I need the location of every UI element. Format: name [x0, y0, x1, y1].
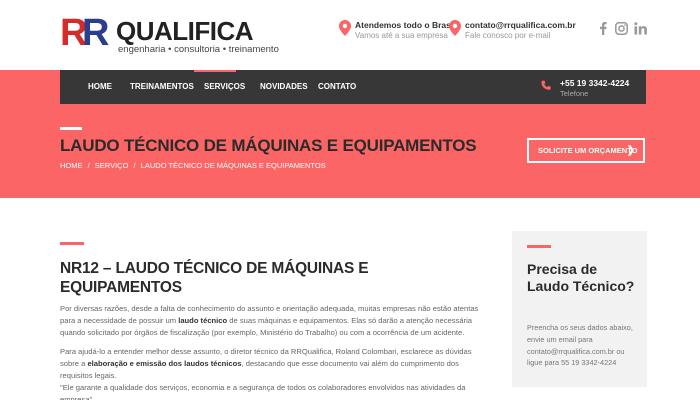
info-email-subtitle: Fale conosco por e-mail — [465, 31, 551, 40]
breadcrumb-separator: / — [87, 161, 90, 170]
detail-paragraph: Para ajudá-lo a entender melhor desse as… — [60, 346, 480, 400]
nav-item-treinamentos[interactable]: TREINAMENTOS — [130, 70, 194, 104]
info-coverage-subtitle: Vamos até a sua empresa — [355, 31, 448, 40]
sidebar-text: Preencha os seus dados abaixo, envie um … — [527, 323, 633, 368]
logo-name: QUALIFICA — [116, 16, 254, 46]
intro-highlight: laudo técnico — [178, 316, 228, 325]
nav-item-novidades[interactable]: NOVIDADES — [260, 70, 308, 104]
breadcrumb-home[interactable]: HOME — [60, 161, 83, 170]
facebook-icon[interactable] — [597, 22, 610, 36]
detail-highlight: elaboração e emissão dos laudos técnicos — [87, 359, 242, 368]
section-title: NR12 – LAUDO TÉCNICO DE MÁQUINAS E EQUIP… — [60, 260, 369, 296]
linkedin-icon[interactable] — [634, 22, 647, 36]
page-title: LAUDO TÉCNICO DE MÁQUINAS E EQUIPAMENTOS — [60, 136, 477, 155]
breadcrumb-servico[interactable]: SERVIÇO — [95, 161, 129, 170]
sidebar-accent-line — [527, 245, 551, 248]
nav-item-contato[interactable]: CONTATO — [318, 70, 356, 104]
chevron-right-icon: ❯ — [626, 145, 635, 156]
map-pin-icon — [449, 20, 461, 36]
main-nav: HOME TREINAMENTOS SERVIÇOS NOVIDADES CON… — [60, 70, 646, 104]
sidebar-title: Precisa de Laudo Técnico? — [527, 261, 635, 294]
phone-icon — [541, 80, 551, 90]
instagram-icon[interactable] — [615, 22, 628, 36]
hero-accent-line — [60, 127, 82, 130]
map-pin-icon — [339, 20, 351, 36]
phone-label: Telefone — [560, 89, 589, 98]
logo-tagline: engenharia • consultoria • treinamento — [118, 44, 279, 55]
info-email-address[interactable]: contato@rrqualifica.com.br — [465, 20, 576, 30]
breadcrumb: HOME / SERVIÇO / LAUDO TÉCNICO DE MÁQUIN… — [60, 161, 329, 170]
section-accent-line — [60, 242, 84, 245]
logo-mark: R R — [60, 12, 120, 54]
intro-paragraph: Por diversas razões, desde a falta de co… — [60, 303, 480, 339]
phone-number: +55 19 3342-4224 — [560, 78, 630, 88]
breadcrumb-separator: / — [133, 161, 136, 170]
site-header: R R QUALIFICA engenharia • consultoria •… — [0, 0, 700, 70]
nav-item-home[interactable]: HOME — [88, 70, 112, 104]
logo-letter-right: R — [82, 12, 110, 54]
breadcrumb-current: LAUDO TÉCNICO DE MÁQUINAS E EQUIPAMENTOS — [140, 161, 326, 170]
request-quote-label: SOLICITE UM ORÇAMENTO — [538, 146, 638, 155]
sidebar-contact-box: Precisa de Laudo Técnico? Preencha os se… — [512, 231, 647, 387]
site-logo[interactable]: R R QUALIFICA engenharia • consultoria •… — [60, 12, 279, 56]
detail-quote: "Ele garante a qualidade dos serviços, e… — [60, 383, 466, 400]
request-quote-button[interactable]: SOLICITE UM ORÇAMENTO ❯ — [527, 138, 645, 163]
info-coverage-title: Atendemos todo o Brasil — [355, 20, 456, 30]
nav-item-servicos[interactable]: SERVIÇOS — [204, 70, 245, 104]
